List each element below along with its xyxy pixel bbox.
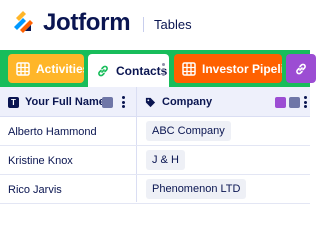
table-row[interactable]: Kristine Knox J & H [0,146,310,175]
tab-label: Activities [36,61,84,76]
cell-company[interactable]: Phenomenon LTD [146,179,247,199]
header-divider [143,17,144,32]
tab-contacts[interactable]: Contacts [88,54,169,87]
tag-icon [145,97,156,107]
section-title: Tables [154,17,192,32]
jotform-logo-icon[interactable] [11,9,37,35]
link-icon [296,63,306,74]
cell-company[interactable]: ABC Company [146,121,231,141]
table-grid-icon [16,61,30,76]
text-type-icon: T [8,96,19,108]
cell-full-name[interactable]: Kristine Knox [8,146,73,175]
cell-full-name[interactable]: Alberto Hammond [8,117,97,146]
lock-icon [289,97,300,108]
lock-icon [102,97,113,108]
column-menu-icon[interactable] [304,96,307,108]
table-row[interactable]: Alberto Hammond ABC Company [0,117,310,146]
cell-full-name[interactable]: Rico Jarvis [8,175,62,204]
table-row[interactable]: Rico Jarvis Phenomenon LTD [0,175,310,204]
tab-bar: Activities Contacts Investor Pipeline [0,50,316,87]
column-label: Company [162,96,213,108]
tab-label: Investor Pipeline [202,61,282,76]
column-menu-icon[interactable] [122,96,125,108]
table-grid-icon [182,61,196,76]
column-label: Your Full Name [25,96,105,108]
brand-name[interactable]: Jotform [43,8,131,38]
tab-investor-pipeline[interactable]: Investor Pipeline [174,54,282,83]
column-header-full-name[interactable]: T Your Full Name [8,87,134,117]
tab-options-icon[interactable] [162,63,165,76]
tab-label: Contacts [116,63,168,78]
app-header: Jotform Tables [0,0,310,50]
table-header: T Your Full Name Company [0,87,310,117]
link-icon [275,97,286,108]
link-icon [98,65,108,76]
tab-overflow[interactable] [286,54,316,83]
tab-activities[interactable]: Activities [8,54,84,83]
cell-company[interactable]: J & H [146,150,185,170]
